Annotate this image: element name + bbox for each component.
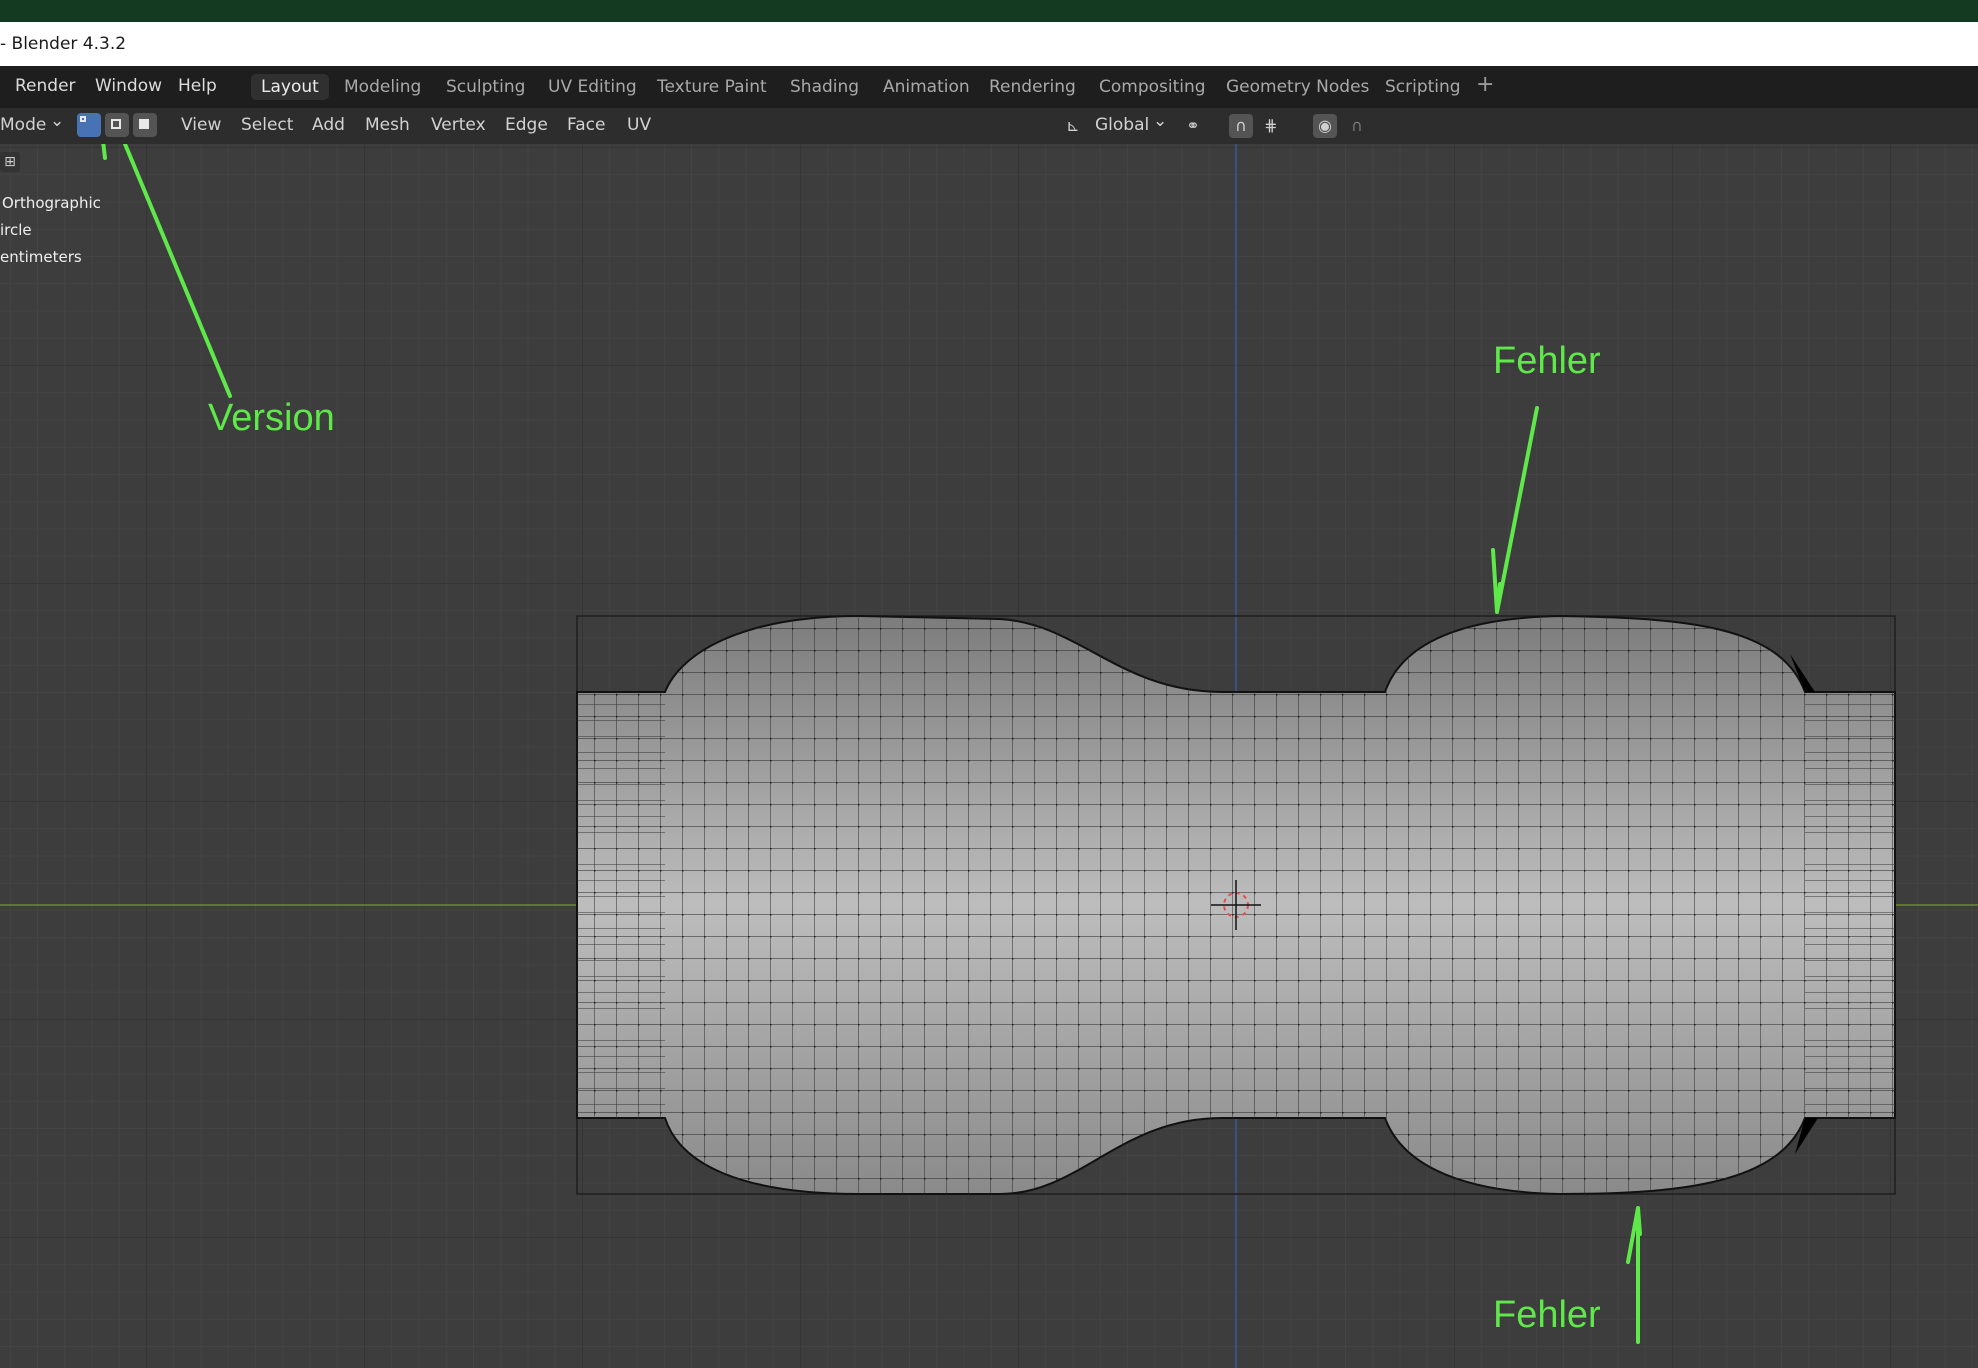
fehler-bottom-arrow	[1626, 1206, 1642, 1344]
snap-increment-icon[interactable]: ⋕	[1259, 114, 1283, 138]
tab-geometry-nodes[interactable]: Geometry Nodes	[1216, 74, 1379, 100]
tab-sculpting[interactable]: Sculpting	[436, 74, 535, 100]
view-units-label: entimeters	[0, 248, 82, 266]
menu-view[interactable]: View	[181, 115, 221, 135]
menu-window[interactable]: Window	[95, 76, 162, 96]
mesh-scene	[0, 144, 1978, 1368]
fehler-top-arrow	[1491, 406, 1539, 614]
menu-help[interactable]: Help	[178, 76, 217, 96]
falloff-curve-icon[interactable]: ∩	[1345, 114, 1369, 138]
menu-edge[interactable]: Edge	[505, 115, 548, 135]
face-select-icon[interactable]	[133, 113, 157, 137]
edge-select-icon[interactable]	[105, 113, 129, 137]
transform-orientation-icon[interactable]: ⊾	[1061, 114, 1085, 138]
window-title: - Blender 4.3.2	[0, 34, 127, 54]
menu-select[interactable]: Select	[241, 115, 293, 135]
tab-compositing[interactable]: Compositing	[1089, 74, 1216, 100]
grid-toggle-icon[interactable]: ⊞	[0, 152, 20, 172]
mode-chevron-down-icon[interactable]: ⌄	[50, 111, 64, 131]
version-arrow	[101, 144, 232, 398]
tab-layout[interactable]: Layout	[251, 74, 329, 100]
view-projection-label: Orthographic	[2, 194, 101, 212]
orientation-chevron-down-icon[interactable]: ⌄	[1153, 111, 1167, 131]
top-menu-bar: Render Window Help Layout Modeling Sculp…	[0, 66, 1978, 108]
window-frame	[0, 0, 1978, 22]
vertex-select-icon[interactable]	[77, 113, 101, 137]
annotation-fehler-top: Fehler	[1493, 340, 1601, 382]
menu-uv[interactable]: UV	[627, 115, 651, 135]
pivot-point-icon[interactable]: ⚭	[1181, 114, 1205, 138]
orientation-dropdown-label[interactable]: Global	[1095, 115, 1149, 135]
mesh-end-right	[1805, 692, 1895, 1118]
add-workspace-button[interactable]: +	[1476, 72, 1494, 97]
tab-shading[interactable]: Shading	[780, 74, 869, 100]
menu-vertex[interactable]: Vertex	[431, 115, 486, 135]
menu-add[interactable]: Add	[312, 115, 345, 135]
annotation-version: Version	[208, 397, 335, 439]
tab-uv-editing[interactable]: UV Editing	[538, 74, 647, 100]
mesh-end-left	[577, 692, 665, 1118]
title-bar: - Blender 4.3.2	[0, 22, 1978, 66]
viewport-header: Mode ⌄ View Select Add Mesh Vertex Edge …	[0, 108, 1978, 144]
tab-modeling[interactable]: Modeling	[334, 74, 431, 100]
proportional-editing-icon[interactable]: ◉	[1313, 114, 1337, 138]
tab-animation[interactable]: Animation	[873, 74, 980, 100]
tab-scripting[interactable]: Scripting	[1375, 74, 1471, 100]
menu-mesh[interactable]: Mesh	[365, 115, 410, 135]
tab-rendering[interactable]: Rendering	[979, 74, 1086, 100]
snap-magnet-icon[interactable]: ∩	[1229, 114, 1253, 138]
menu-face[interactable]: Face	[567, 115, 605, 135]
tab-texture-paint[interactable]: Texture Paint	[647, 74, 777, 100]
menu-render[interactable]: Render	[15, 76, 76, 96]
mode-dropdown-label[interactable]: Mode	[0, 115, 46, 135]
view-object-label: ircle	[0, 221, 32, 239]
3d-viewport[interactable]: ⊞ Orthographic ircle entimeters Version …	[0, 144, 1978, 1368]
annotation-fehler-bottom: Fehler	[1493, 1294, 1601, 1336]
